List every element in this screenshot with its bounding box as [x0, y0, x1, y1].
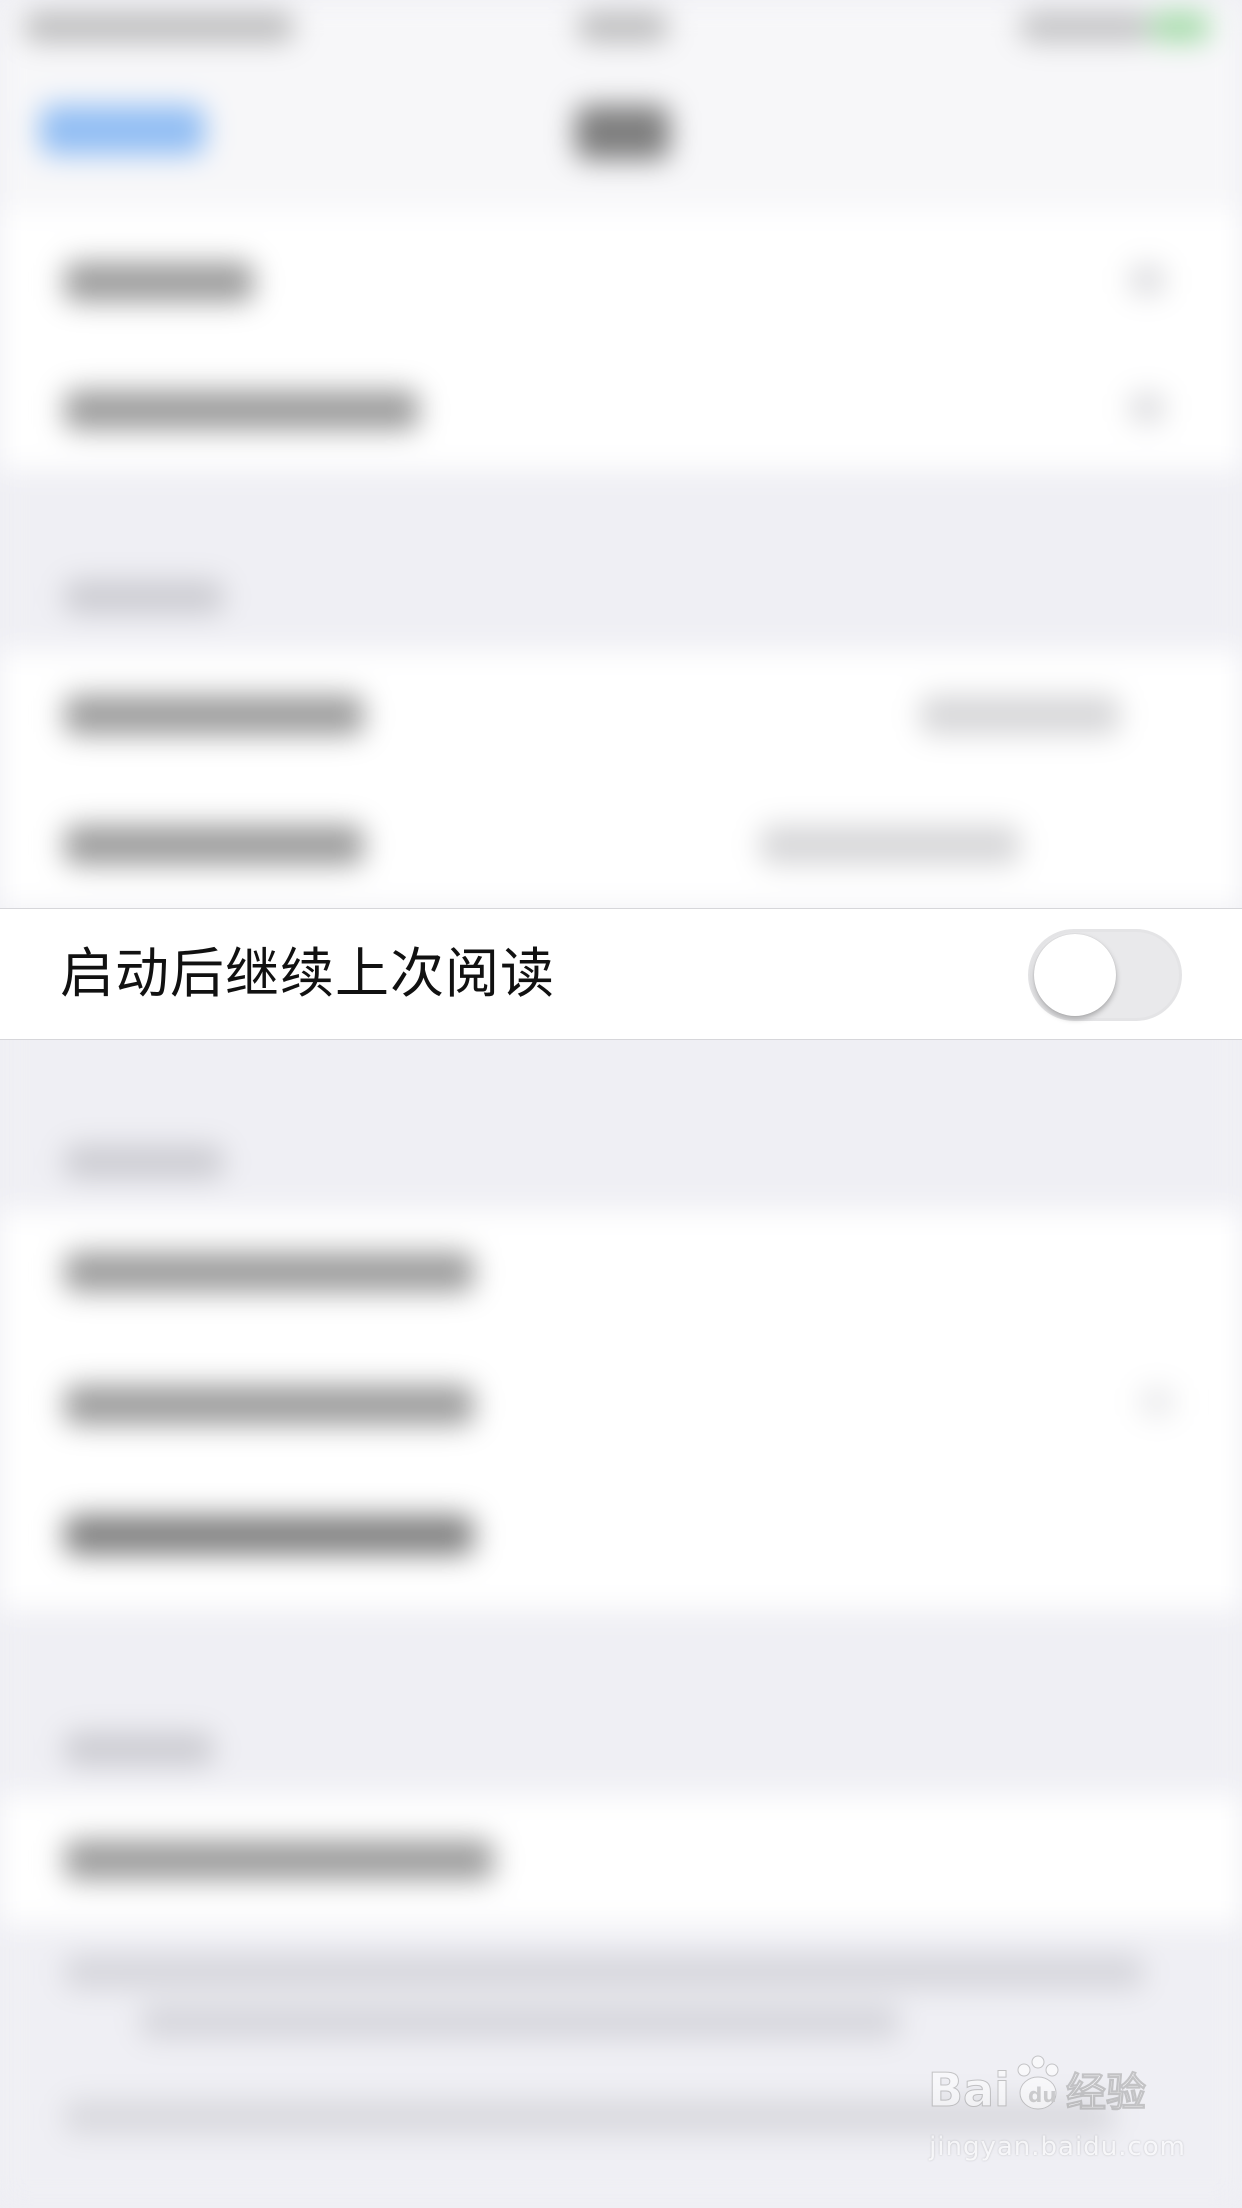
settings-group-3 — [0, 1210, 1242, 1610]
navigation-bar — [0, 60, 1242, 210]
status-bar — [0, 0, 1242, 60]
svg-text:经验: 经验 — [1066, 2070, 1146, 2116]
settings-group-4 — [0, 1795, 1242, 1925]
continue-reading-toggle[interactable] — [1028, 929, 1182, 1021]
settings-group-1 — [0, 210, 1242, 470]
continue-reading-setting-row: 启动后继续上次阅读 — [0, 908, 1242, 1040]
toggle-knob[interactable] — [1034, 934, 1116, 1016]
blurred-settings-background — [0, 0, 1242, 2208]
svg-text:Bai: Bai — [928, 2063, 1010, 2117]
watermark-url: jingyan.baidu.com — [929, 2132, 1186, 2162]
baidu-jingyan-watermark: Bai du 经验 jingyan.baidu.com — [926, 2048, 1186, 2178]
settings-group-2 — [0, 650, 1242, 908]
continue-reading-label: 启动后继续上次阅读 — [60, 942, 555, 1005]
svg-text:du: du — [1028, 2083, 1057, 2107]
baidu-logo-icon: Bai du 经验 — [928, 2055, 1147, 2118]
